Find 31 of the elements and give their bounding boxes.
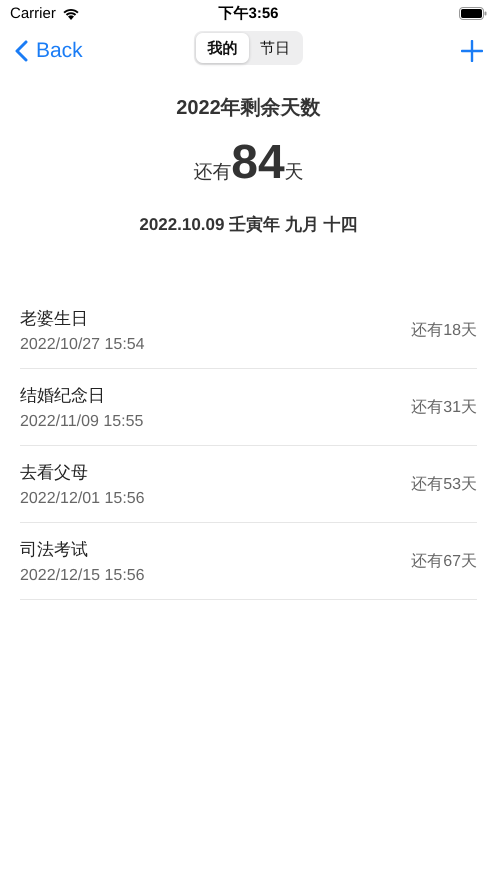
days-remaining: 还有18天 bbox=[411, 320, 477, 340]
event-datetime: 2022/11/09 15:55 bbox=[20, 412, 144, 430]
event-datetime: 2022/12/01 15:56 bbox=[20, 490, 145, 508]
event-row[interactable]: 结婚纪念日 2022/11/09 15:55 还有31天 bbox=[20, 369, 477, 446]
year-title: 2022年剩余天数 bbox=[176, 96, 321, 121]
event-name: 老婆生日 bbox=[20, 308, 89, 330]
days-remaining: 还有53天 bbox=[411, 474, 477, 494]
event-datetime: 2022/12/15 15:56 bbox=[20, 566, 145, 584]
wifi-icon bbox=[62, 6, 80, 20]
count-prefix: 还有 bbox=[193, 161, 232, 185]
event-name: 司法考试 bbox=[20, 538, 89, 560]
count-suffix: 天 bbox=[284, 161, 304, 185]
back-button[interactable]: Back bbox=[14, 39, 83, 63]
event-row[interactable]: 司法考试 2022/12/15 15:56 还有67天 bbox=[20, 523, 477, 600]
event-row[interactable]: 老婆生日 2022/10/27 15:54 还有18天 bbox=[20, 292, 477, 369]
plus-icon bbox=[461, 40, 483, 62]
chevron-left-icon bbox=[14, 40, 28, 62]
clock-time: 下午3:56 bbox=[218, 4, 279, 22]
event-row[interactable]: 去看父母 2022/12/01 15:56 还有53天 bbox=[20, 446, 477, 523]
event-name: 结婚纪念日 bbox=[20, 384, 106, 406]
carrier-label: Carrier bbox=[10, 4, 56, 22]
segment-tab[interactable]: 节日 bbox=[248, 33, 301, 63]
segment-tab[interactable]: 我的 bbox=[196, 33, 248, 63]
event-datetime: 2022/10/27 15:54 bbox=[20, 336, 145, 354]
days-remaining: 还有67天 bbox=[411, 552, 477, 572]
days-count: 84 bbox=[231, 139, 285, 187]
today-date: 2022.10.09 壬寅年 九月 十四 bbox=[139, 214, 358, 236]
days-remaining: 还有31天 bbox=[411, 398, 477, 418]
battery-icon bbox=[459, 6, 487, 20]
add-button[interactable] bbox=[461, 40, 483, 62]
event-name: 去看父母 bbox=[20, 462, 89, 484]
